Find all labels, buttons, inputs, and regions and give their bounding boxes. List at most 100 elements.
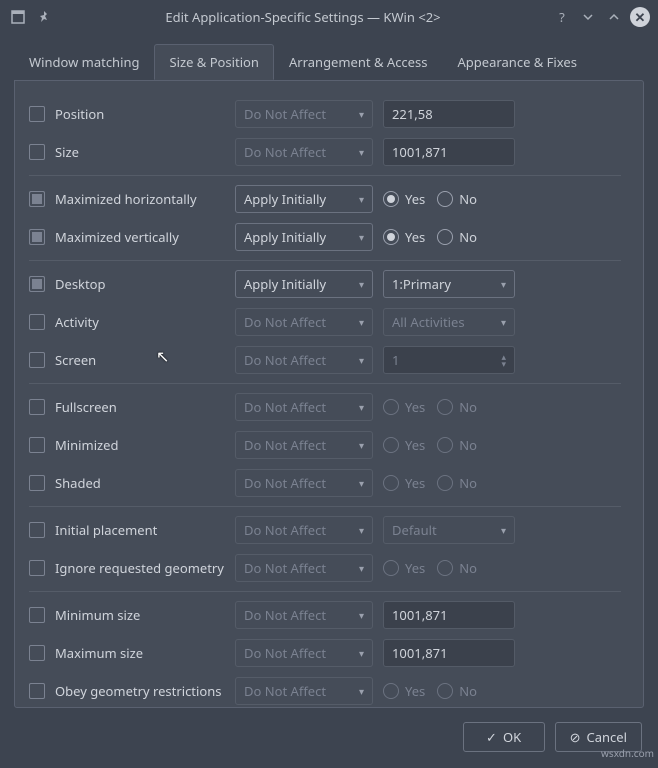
chevron-down-icon: ▾	[359, 107, 364, 121]
fullscreen-no-radio	[437, 399, 453, 415]
position-mode-select[interactable]: Do Not Affect▾	[235, 100, 373, 128]
tab-bar: Window matching Size & Position Arrangem…	[0, 34, 658, 80]
window-title: Edit Application-Specific Settings — KWi…	[54, 8, 552, 26]
chevron-down-icon: ▾	[359, 315, 364, 329]
title-bar: Edit Application-Specific Settings — KWi…	[0, 0, 658, 34]
shaded-checkbox[interactable]	[29, 475, 45, 491]
max-size-label: Maximum size	[55, 644, 235, 662]
screen-spinbox[interactable]: 1▴▾	[383, 346, 515, 374]
max-size-checkbox[interactable]	[29, 645, 45, 661]
min-size-label: Minimum size	[55, 606, 235, 624]
chevron-down-icon: ▾	[501, 277, 506, 291]
size-mode-select[interactable]: Do Not Affect▾	[235, 138, 373, 166]
separator	[29, 506, 621, 507]
activity-mode-select[interactable]: Do Not Affect▾	[235, 308, 373, 336]
chevron-down-icon: ▾	[501, 315, 506, 329]
max-v-no-radio[interactable]	[437, 229, 453, 245]
placement-value-select[interactable]: Default▾	[383, 516, 515, 544]
chevron-down-icon: ▾	[359, 192, 364, 206]
chevron-down-icon: ▾	[359, 438, 364, 452]
shaded-label: Shaded	[55, 474, 235, 492]
settings-panel: Position Do Not Affect▾ 221,58 Size Do N…	[14, 80, 644, 708]
tab-appearance-fixes[interactable]: Appearance & Fixes	[442, 44, 591, 80]
ignore-geo-checkbox[interactable]	[29, 560, 45, 576]
chevron-down-icon: ▾	[359, 230, 364, 244]
pin-icon[interactable]	[34, 7, 54, 27]
minimize-icon[interactable]	[578, 7, 598, 27]
app-menu-icon[interactable]	[8, 7, 28, 27]
chevron-down-icon: ▾	[359, 561, 364, 575]
max-h-yes-radio[interactable]	[383, 191, 399, 207]
fullscreen-label: Fullscreen	[55, 398, 235, 416]
minimized-label: Minimized	[55, 436, 235, 454]
obey-geo-label: Obey geometry restrictions	[55, 682, 235, 700]
desktop-value-select[interactable]: 1:Primary▾	[383, 270, 515, 298]
obey-geo-mode-select[interactable]: Do Not Affect▾	[235, 677, 373, 705]
screen-label: Screen	[55, 351, 235, 369]
activity-label: Activity	[55, 313, 235, 331]
fullscreen-mode-select[interactable]: Do Not Affect▾	[235, 393, 373, 421]
placement-mode-select[interactable]: Do Not Affect▾	[235, 516, 373, 544]
placement-checkbox[interactable]	[29, 522, 45, 538]
separator	[29, 175, 621, 176]
help-icon[interactable]: ?	[552, 7, 572, 27]
max-v-yes-radio[interactable]	[383, 229, 399, 245]
position-field[interactable]: 221,58	[383, 100, 515, 128]
max-size-field[interactable]: 1001,871	[383, 639, 515, 667]
tab-size-position[interactable]: Size & Position	[154, 44, 273, 80]
position-checkbox[interactable]	[29, 106, 45, 122]
minimized-no-radio	[437, 437, 453, 453]
chevron-down-icon: ▾	[359, 646, 364, 660]
chevron-down-icon: ▾	[359, 353, 364, 367]
max-h-no-radio[interactable]	[437, 191, 453, 207]
max-v-label: Maximized vertically	[55, 228, 235, 246]
chevron-down-icon: ▾	[359, 400, 364, 414]
tab-window-matching[interactable]: Window matching	[14, 44, 154, 80]
activity-checkbox[interactable]	[29, 314, 45, 330]
shaded-mode-select[interactable]: Do Not Affect▾	[235, 469, 373, 497]
ignore-geo-no-radio	[437, 560, 453, 576]
max-h-checkbox[interactable]	[29, 191, 45, 207]
chevron-down-icon: ▾	[501, 523, 506, 537]
minimized-checkbox[interactable]	[29, 437, 45, 453]
size-checkbox[interactable]	[29, 144, 45, 160]
fullscreen-checkbox[interactable]	[29, 399, 45, 415]
obey-geo-checkbox[interactable]	[29, 683, 45, 699]
minimized-yes-radio	[383, 437, 399, 453]
max-v-mode-select[interactable]: Apply Initially▾	[235, 223, 373, 251]
ignore-geo-yes-radio	[383, 560, 399, 576]
max-h-mode-select[interactable]: Apply Initially▾	[235, 185, 373, 213]
ignore-geo-label: Ignore requested geometry	[55, 559, 235, 577]
max-v-checkbox[interactable]	[29, 229, 45, 245]
tab-arrangement-access[interactable]: Arrangement & Access	[274, 44, 443, 80]
close-icon[interactable]: ✕	[630, 7, 650, 27]
obey-geo-yes-radio	[383, 683, 399, 699]
minimized-mode-select[interactable]: Do Not Affect▾	[235, 431, 373, 459]
placement-label: Initial placement	[55, 521, 235, 539]
screen-mode-select[interactable]: Do Not Affect▾	[235, 346, 373, 374]
min-size-mode-select[interactable]: Do Not Affect▾	[235, 601, 373, 629]
position-label: Position	[55, 105, 235, 123]
desktop-checkbox[interactable]	[29, 276, 45, 292]
max-size-mode-select[interactable]: Do Not Affect▾	[235, 639, 373, 667]
maximize-icon[interactable]	[604, 7, 624, 27]
shaded-yes-radio	[383, 475, 399, 491]
fullscreen-yes-radio	[383, 399, 399, 415]
separator	[29, 260, 621, 261]
chevron-down-icon: ▾	[359, 523, 364, 537]
min-size-checkbox[interactable]	[29, 607, 45, 623]
activity-value-select[interactable]: All Activities▾	[383, 308, 515, 336]
desktop-mode-select[interactable]: Apply Initially▾	[235, 270, 373, 298]
desktop-label: Desktop	[55, 275, 235, 293]
ignore-geo-mode-select[interactable]: Do Not Affect▾	[235, 554, 373, 582]
cancel-icon: ⊘	[570, 728, 581, 746]
chevron-down-icon: ▾	[359, 476, 364, 490]
obey-geo-no-radio	[437, 683, 453, 699]
chevron-down-icon: ▾	[359, 608, 364, 622]
ok-button[interactable]: ✓ OK	[463, 722, 545, 752]
max-h-label: Maximized horizontally	[55, 190, 235, 208]
min-size-field[interactable]: 1001,871	[383, 601, 515, 629]
size-field[interactable]: 1001,871	[383, 138, 515, 166]
screen-checkbox[interactable]	[29, 352, 45, 368]
chevron-down-icon: ▾	[359, 277, 364, 291]
